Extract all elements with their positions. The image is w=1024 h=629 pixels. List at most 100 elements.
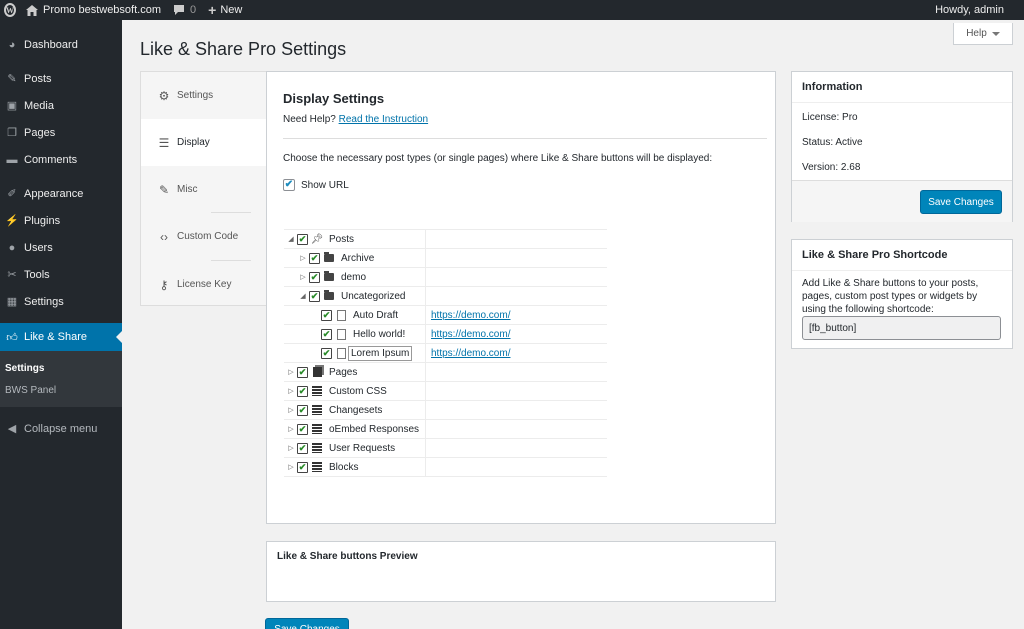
post-types-description: Choose the necessary post types (or sing… xyxy=(283,153,713,164)
tree-node-label[interactable]: Posts xyxy=(329,234,354,245)
comments-count: 0 xyxy=(190,4,197,16)
sidebar-item-media[interactable]: ▣ Media xyxy=(0,92,122,119)
expand-arrow-icon[interactable]: ▷ xyxy=(286,387,296,395)
wrench-icon: ✎ xyxy=(158,182,170,197)
tab-label: Misc xyxy=(177,184,198,195)
sidebar-item-like-share[interactable]: 👍︎ Like & Share xyxy=(0,323,122,351)
sidebar-item-pages[interactable]: ❐ Pages xyxy=(0,119,122,146)
sidebar-item-posts[interactable]: ✎ Posts xyxy=(0,65,122,92)
tab-custom-code[interactable]: ‹› Custom Code xyxy=(141,213,267,260)
version-text: Version: 2.68 xyxy=(802,162,861,173)
tree-checkbox[interactable]: ✔ xyxy=(309,271,320,283)
submenu-item-bws-panel[interactable]: BWS Panel xyxy=(0,379,122,401)
tree-node-label[interactable]: Archive xyxy=(341,253,374,264)
tree-node-label[interactable]: Custom CSS xyxy=(329,386,387,397)
document-icon xyxy=(335,347,347,359)
help-button[interactable]: Help xyxy=(953,23,1013,45)
sidebar-item-users[interactable]: ● Users xyxy=(0,234,122,261)
post-url-link[interactable]: https://demo.com/ xyxy=(431,329,510,340)
account-menu[interactable]: Howdy, admin xyxy=(929,0,1024,20)
save-changes-button[interactable]: Save Changes xyxy=(920,190,1002,214)
tree-node-label[interactable]: Changesets xyxy=(329,405,382,416)
folder-icon xyxy=(323,252,335,264)
users-icon: ● xyxy=(8,241,16,254)
tree-checkbox[interactable]: ✔ xyxy=(297,442,308,454)
post-type-icon xyxy=(311,386,323,397)
sidebar-item-comments[interactable]: ▬ Comments xyxy=(0,146,122,173)
tree-checkbox[interactable]: ✔ xyxy=(297,233,308,245)
tree-node-label[interactable]: Hello world! xyxy=(353,329,405,340)
information-box: Information License: Pro Status: Active … xyxy=(791,71,1013,222)
tree-row: ▷ ✔ Changesets xyxy=(284,400,607,420)
display-settings-panel: Display Settings Need Help? Read the Ins… xyxy=(266,71,776,524)
tree-row: ◢ ✔ 📌︎ Posts xyxy=(284,229,607,249)
sidebar-item-label: Users xyxy=(24,241,53,254)
sidebar-item-settings[interactable]: ▦ Settings xyxy=(0,288,122,315)
wordpress-logo-button[interactable]: W xyxy=(0,0,20,20)
divider xyxy=(283,138,767,139)
post-url-link[interactable]: https://demo.com/ xyxy=(431,348,510,359)
tree-node-label[interactable]: oEmbed Responses xyxy=(329,424,419,435)
tree-node-label[interactable]: Blocks xyxy=(329,462,358,473)
sidebar-item-label: Like & Share xyxy=(24,331,87,343)
gear-icon: ⚙ xyxy=(158,88,170,103)
expand-arrow-icon[interactable]: ▷ xyxy=(286,425,296,433)
tab-settings[interactable]: ⚙ Settings xyxy=(141,72,267,119)
expand-arrow-icon[interactable]: ▷ xyxy=(286,406,296,414)
collapse-arrow-icon[interactable]: ◢ xyxy=(298,292,308,300)
tree-node-label[interactable]: Uncategorized xyxy=(341,291,405,302)
submenu: Settings BWS Panel xyxy=(0,351,122,407)
preview-title: Like & Share buttons Preview xyxy=(277,551,418,562)
sidebar-item-label: Tools xyxy=(24,268,50,281)
expand-arrow-icon[interactable]: ▷ xyxy=(298,273,308,281)
help-label: Help xyxy=(966,28,987,39)
tab-misc[interactable]: ✎ Misc xyxy=(141,166,267,213)
tree-checkbox[interactable]: ✔ xyxy=(309,290,320,302)
tree-checkbox[interactable]: ✔ xyxy=(309,252,320,264)
show-url-checkbox[interactable]: ✔ xyxy=(283,179,295,191)
site-name-link[interactable]: Promo bestwebsoft.com xyxy=(20,0,167,20)
collapse-arrow-icon[interactable]: ◢ xyxy=(286,235,296,243)
tree-checkbox[interactable]: ✔ xyxy=(321,328,332,340)
tree-checkbox[interactable]: ✔ xyxy=(297,385,308,397)
wordpress-logo-icon: W xyxy=(4,3,16,17)
expand-arrow-icon[interactable]: ▷ xyxy=(286,444,296,452)
sidebar-item-dashboard[interactable]: ◕ Dashboard xyxy=(0,31,122,58)
expand-arrow-icon[interactable]: ▷ xyxy=(298,254,308,262)
new-content-link[interactable]: + New xyxy=(202,0,248,20)
tree-row: ▷ ✔ oEmbed Responses xyxy=(284,419,607,439)
tab-license-key[interactable]: ⚷ License Key xyxy=(141,261,267,308)
need-help-label: Need Help? xyxy=(283,114,336,125)
pages-icon: ❐ xyxy=(7,127,17,139)
post-url-link[interactable]: https://demo.com/ xyxy=(431,310,510,321)
instruction-link[interactable]: Read the Instruction xyxy=(339,114,429,125)
tree-checkbox[interactable]: ✔ xyxy=(297,404,308,416)
show-url-option[interactable]: ✔ Show URL xyxy=(283,179,349,191)
submenu-item-settings[interactable]: Settings xyxy=(0,357,122,379)
tree-node-label[interactable]: Lorem Ipsum xyxy=(348,345,413,361)
collapse-menu-button[interactable]: ◀ Collapse menu xyxy=(0,415,122,442)
tree-node-label[interactable]: Auto Draft xyxy=(353,310,398,321)
expand-arrow-icon[interactable]: ▷ xyxy=(286,368,296,376)
tree-row: ▷ ✔ User Requests xyxy=(284,438,607,458)
tree-node-label[interactable]: User Requests xyxy=(329,443,395,454)
tree-checkbox[interactable]: ✔ xyxy=(321,309,332,321)
sidebar-item-plugins[interactable]: ⚡ Plugins xyxy=(0,207,122,234)
sidebar-item-tools[interactable]: ✂ Tools xyxy=(0,261,122,288)
expand-arrow-icon[interactable]: ▷ xyxy=(286,463,296,471)
tab-display[interactable]: ☰ Display xyxy=(141,119,268,166)
pin-icon: 📌︎ xyxy=(310,233,324,245)
tree-checkbox[interactable]: ✔ xyxy=(321,347,332,359)
sidebar-item-appearance[interactable]: ✐ Appearance xyxy=(0,180,122,207)
comment-icon xyxy=(173,4,185,16)
tree-node-label[interactable]: Pages xyxy=(329,367,357,378)
tree-node-label[interactable]: demo xyxy=(341,272,366,283)
shortcode-field[interactable]: [fb_button] xyxy=(802,316,1001,340)
tree-checkbox[interactable]: ✔ xyxy=(297,366,308,378)
comments-link[interactable]: 0 xyxy=(167,0,202,20)
tree-checkbox[interactable]: ✔ xyxy=(297,423,308,435)
tree-checkbox[interactable]: ✔ xyxy=(297,461,308,473)
save-changes-main-button[interactable]: Save Changes xyxy=(265,618,349,629)
dashboard-icon: ◕ xyxy=(8,38,16,51)
collapse-icon: ◀ xyxy=(7,423,17,435)
